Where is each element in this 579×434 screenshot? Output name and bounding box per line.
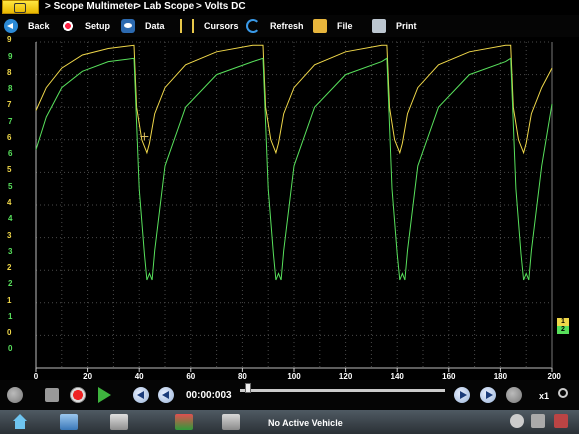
usb-icon[interactable]	[510, 414, 524, 428]
data-label: Data	[145, 21, 165, 31]
scope-display[interactable]: 98765432109876543210 0 20 40 60 80 100 120 140 1…	[0, 35, 579, 390]
connection-icon[interactable]	[531, 414, 545, 428]
taskbar: No Active Vehicle	[0, 410, 579, 434]
breadcrumb: > Scope Multimeter > Lab Scope > Volts D…	[0, 0, 579, 15]
print-button[interactable]: Print	[372, 17, 417, 35]
play-button[interactable]	[96, 387, 112, 403]
gear-icon	[61, 19, 75, 33]
cursors-icon	[180, 19, 194, 33]
record-button[interactable]	[70, 387, 86, 403]
playback-slider[interactable]	[240, 389, 445, 392]
playback-slider-thumb[interactable]	[245, 383, 252, 393]
trace-2-marker[interactable]: 2	[557, 326, 569, 335]
folder-icon	[313, 19, 327, 33]
back-button[interactable]: Back	[4, 17, 50, 35]
y-tick-label: 8	[8, 84, 13, 94]
setup-button[interactable]: Setup	[61, 17, 110, 35]
y-tick-label: 5	[8, 181, 13, 191]
y-tick-label: 0	[8, 344, 13, 354]
y-tick-label: 3	[8, 246, 13, 256]
eye-icon	[121, 19, 135, 33]
y-tick-label: 1	[7, 295, 12, 305]
pause-button[interactable]	[7, 387, 23, 403]
home-tool-icon[interactable]	[2, 0, 39, 14]
y-tick-label: 3	[7, 230, 12, 240]
y-tick-label: 2	[8, 279, 13, 289]
frame-forward-button[interactable]	[454, 387, 470, 403]
setup-label: Setup	[85, 21, 111, 31]
save-frame-button[interactable]	[506, 387, 522, 403]
y-tick-label: 7	[8, 116, 13, 126]
breadcrumb-lab-scope[interactable]: > Lab Scope	[135, 1, 194, 12]
y-tick-label: 9	[7, 35, 12, 44]
toolbar: Back Setup Data Cursors Refresh File Pri…	[0, 15, 579, 37]
zoom-level[interactable]: x1	[539, 391, 549, 401]
breadcrumb-scope-multimeter[interactable]: > Scope Multimeter	[45, 1, 137, 12]
playback-bar: 00:00:003 x1	[0, 380, 579, 410]
cursors-button[interactable]: Cursors	[180, 17, 239, 35]
step-back-button[interactable]	[133, 387, 149, 403]
cursors-label: Cursors	[204, 21, 239, 31]
step-forward-button[interactable]	[480, 387, 496, 403]
y-tick-label: 6	[8, 149, 13, 159]
y-tick-label: 4	[7, 198, 12, 207]
y-tick-label: 0	[7, 328, 12, 338]
power-icon[interactable]	[554, 414, 568, 428]
file-button[interactable]: File	[313, 17, 353, 35]
back-arrow-icon	[4, 19, 18, 33]
vehicle-icon[interactable]	[175, 414, 193, 430]
home-icon[interactable]	[11, 414, 29, 430]
frame-back-button[interactable]	[158, 387, 174, 403]
file-label: File	[337, 21, 353, 31]
magnifier-icon[interactable]	[558, 388, 568, 398]
y-tick-label: 5	[7, 165, 12, 175]
breadcrumb-volts-dc[interactable]: > Volts DC	[196, 1, 246, 12]
back-label: Back	[28, 21, 50, 31]
tools-icon[interactable]	[110, 414, 128, 430]
playback-time: 00:00:003	[186, 390, 232, 401]
scope-icon[interactable]	[222, 414, 240, 430]
y-tick-label: 7	[7, 100, 12, 110]
refresh-button[interactable]: Refresh	[246, 17, 304, 35]
y-tick-label: 8	[7, 67, 12, 77]
y-tick-label: 1	[8, 311, 13, 321]
print-label: Print	[396, 21, 417, 31]
y-tick-label: 4	[8, 214, 13, 224]
trace-1-marker[interactable]: 1	[557, 318, 569, 327]
y-tick-label: 2	[7, 263, 12, 273]
data-button[interactable]: Data	[121, 17, 165, 35]
scope-plot[interactable]	[0, 37, 579, 380]
y-tick-label: 9	[8, 51, 13, 61]
y-tick-label: 6	[7, 132, 12, 142]
vehicle-data-icon[interactable]	[60, 414, 78, 430]
refresh-label: Refresh	[270, 21, 304, 31]
refresh-icon	[246, 19, 260, 33]
vehicle-status: No Active Vehicle	[268, 418, 343, 428]
stop-button[interactable]	[45, 388, 59, 402]
printer-icon	[372, 19, 386, 33]
